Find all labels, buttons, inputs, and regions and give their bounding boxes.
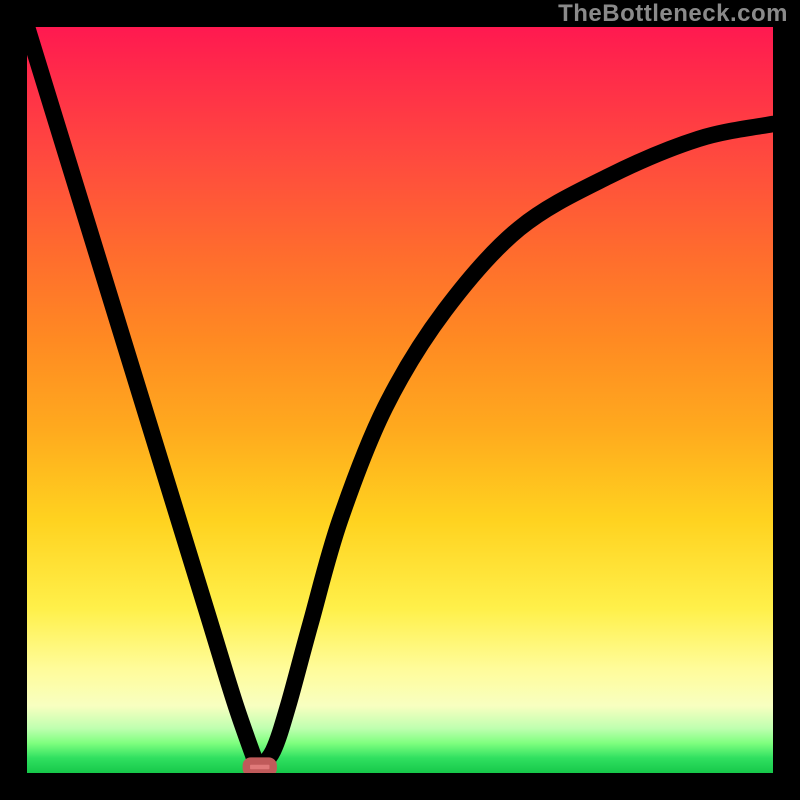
chart-stage: TheBottleneck.com bbox=[0, 0, 800, 800]
watermark-text: TheBottleneck.com bbox=[558, 0, 788, 28]
bottleneck-curve bbox=[27, 27, 773, 769]
plot-svg bbox=[27, 27, 773, 773]
plot-area bbox=[27, 27, 773, 773]
optimum-marker bbox=[246, 761, 273, 773]
